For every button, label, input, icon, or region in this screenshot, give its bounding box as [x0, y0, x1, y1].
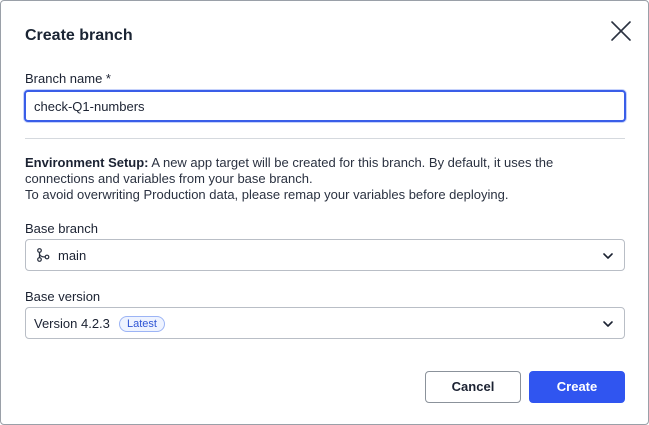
base-branch-label: Base branch	[25, 221, 98, 236]
base-version-select[interactable]: Version 4.2.3 Latest	[25, 307, 625, 339]
git-branch-icon	[36, 248, 50, 262]
environment-setup-warning: To avoid overwriting Production data, pl…	[25, 187, 509, 202]
chevron-down-icon	[602, 250, 614, 262]
divider	[25, 138, 625, 139]
create-button[interactable]: Create	[529, 371, 625, 403]
close-icon	[607, 17, 635, 45]
chevron-down-icon	[602, 318, 614, 330]
base-version-label: Base version	[25, 289, 101, 304]
cancel-button[interactable]: Cancel	[425, 371, 521, 403]
branch-name-input[interactable]	[24, 90, 626, 122]
latest-badge: Latest	[119, 316, 165, 332]
base-branch-select[interactable]: main	[25, 239, 625, 271]
dialog-title: Create branch	[25, 27, 133, 44]
close-button[interactable]	[607, 17, 635, 45]
create-branch-dialog: Create branch Branch name * Environment …	[0, 0, 649, 425]
environment-setup-note: Environment Setup: A new app target will…	[25, 155, 625, 203]
base-version-value: Version 4.2.3	[34, 316, 110, 331]
branch-name-label: Branch name *	[25, 71, 111, 86]
environment-setup-heading: Environment Setup:	[25, 155, 149, 170]
base-branch-value: main	[58, 248, 87, 263]
